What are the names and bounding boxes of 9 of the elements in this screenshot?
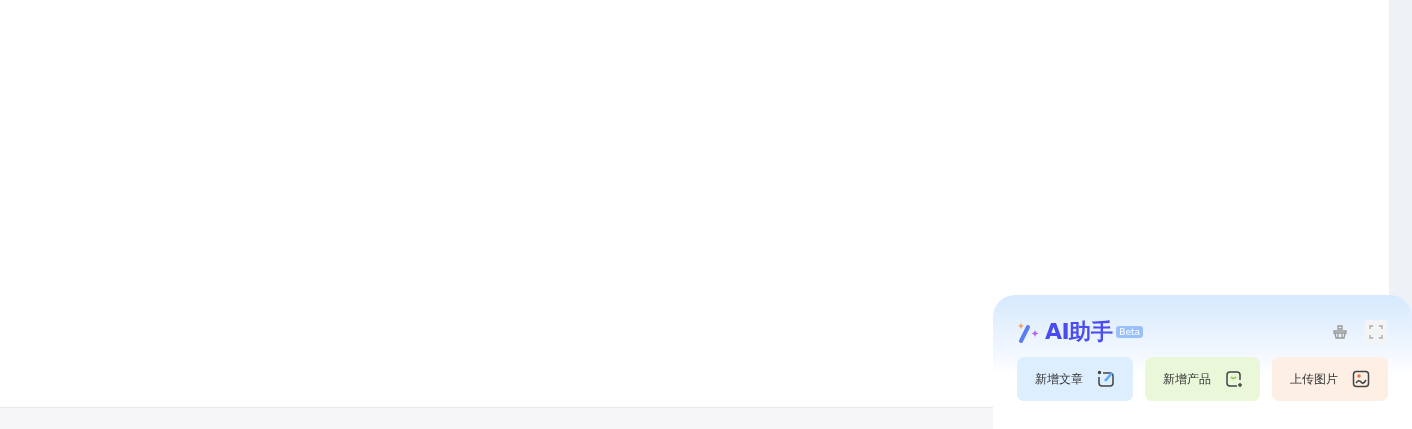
- quick-action-button[interactable]: 新增产品: [1144, 357, 1261, 401]
- beta-badge: Beta: [1116, 326, 1143, 338]
- image-icon: [1352, 370, 1371, 388]
- quick-action-button[interactable]: 上传图片: [1272, 357, 1388, 401]
- bag-icon: [1224, 370, 1243, 388]
- quick-action-button[interactable]: 新增文章: [1017, 357, 1133, 401]
- assistant-title: AI助手: [1045, 318, 1113, 346]
- edit-icon: [1096, 370, 1115, 388]
- fullscreen-icon[interactable]: [1364, 320, 1388, 344]
